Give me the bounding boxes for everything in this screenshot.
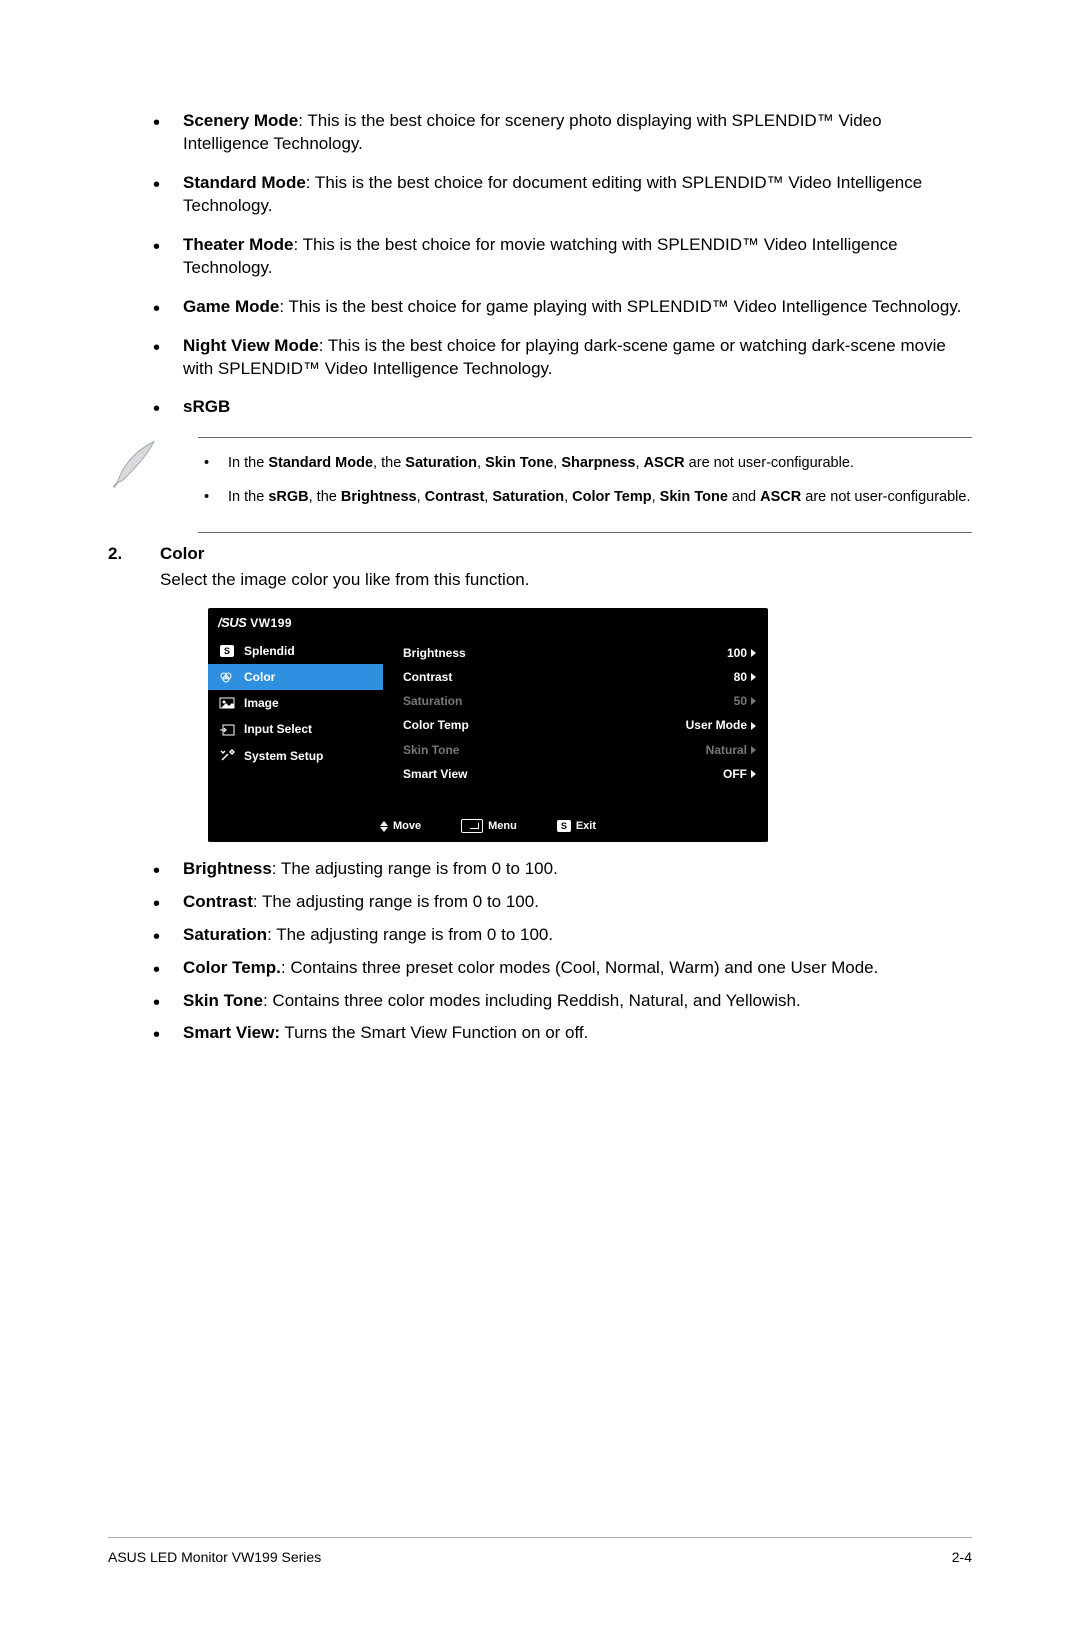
updown-icon — [380, 821, 388, 832]
model-label: VW199 — [250, 616, 292, 630]
osd-header: /SUS VW199 — [208, 608, 768, 638]
list-item: Game Mode: This is the best choice for g… — [143, 296, 972, 319]
input-icon — [218, 723, 236, 737]
arrow-right-icon — [751, 722, 756, 730]
arrow-right-icon — [751, 770, 756, 778]
list-item: Scenery Mode: This is the best choice fo… — [143, 110, 972, 156]
footer-left: ASUS LED Monitor VW199 Series — [108, 1548, 321, 1567]
osd-nav-input[interactable]: Input Select — [208, 716, 383, 742]
note-content: In the Standard Mode, the Saturation, Sk… — [198, 437, 972, 532]
footer-move: Move — [380, 819, 421, 834]
color-icon — [218, 670, 236, 684]
mode-name: Night View Mode — [183, 336, 319, 355]
brand-logo: /SUS — [218, 615, 246, 630]
osd-row-contrast[interactable]: Contrast80 — [397, 665, 762, 689]
list-item: sRGB — [143, 396, 972, 419]
mode-name: Theater Mode — [183, 235, 294, 254]
osd-menu: /SUS VW199 S Splendid Color — [208, 608, 768, 841]
list-item: Brightness: The adjusting range is from … — [143, 858, 972, 881]
section-title: Color — [160, 543, 972, 566]
enter-icon — [461, 819, 483, 833]
osd-row-saturation: Saturation50 — [397, 689, 762, 713]
list-item: Theater Mode: This is the best choice fo… — [143, 234, 972, 280]
page-footer: ASUS LED Monitor VW199 Series 2-4 — [108, 1537, 972, 1567]
footer-exit: SExit — [557, 819, 596, 834]
footer-menu: Menu — [461, 819, 517, 834]
list-item: Saturation: The adjusting range is from … — [143, 924, 972, 947]
list-item: Color Temp.: Contains three preset color… — [143, 957, 972, 980]
content-area: Scenery Mode : This is the best choice fo… — [108, 110, 972, 1045]
osd-nav-image[interactable]: Image — [208, 690, 383, 716]
param-list: Brightness: The adjusting range is from … — [143, 858, 972, 1046]
osd-nav: S Splendid Color Image — [208, 638, 383, 813]
mode-name: Scenery Mode — [183, 111, 298, 130]
list-item: Standard Mode: This is the best choice f… — [143, 172, 972, 218]
footer-right: 2-4 — [952, 1548, 972, 1567]
arrow-right-icon — [751, 673, 756, 681]
section-desc: Select the image color you like from thi… — [160, 569, 972, 592]
osd-row-skintone: Skin ToneNatural — [397, 738, 762, 762]
s-badge-icon: S — [557, 820, 571, 832]
mode-name: Standard Mode — [183, 173, 306, 192]
mode-desc: : This is the best choice for game playi… — [279, 297, 961, 316]
mode-list: Scenery Mode : This is the best choice fo… — [143, 110, 972, 419]
arrow-right-icon — [751, 746, 756, 754]
osd-nav-color[interactable]: Color — [208, 664, 383, 690]
tools-icon — [218, 749, 236, 763]
list-item: Night View Mode: This is the best choice… — [143, 335, 972, 381]
osd-nav-splendid[interactable]: S Splendid — [208, 638, 383, 664]
osd-footer: Move Menu SExit — [208, 813, 768, 842]
list-item: Skin Tone: Contains three color modes in… — [143, 990, 972, 1013]
document-page: Scenery Mode : This is the best choice fo… — [0, 0, 1080, 1627]
osd-settings: Brightness100 Contrast80 Saturation50 Co… — [383, 638, 768, 813]
list-item: Contrast: The adjusting range is from 0 … — [143, 891, 972, 914]
mode-name: Game Mode — [183, 297, 279, 316]
section-number: 2. — [108, 543, 160, 593]
osd-row-colortemp[interactable]: Color TempUser Mode — [397, 713, 762, 737]
note-line: In the Standard Mode, the Saturation, Sk… — [198, 454, 972, 474]
section-color: 2. Color Select the image color you like… — [108, 543, 972, 593]
quill-icon — [108, 437, 163, 492]
arrow-right-icon — [751, 697, 756, 705]
list-item: Smart View: Turns the Smart View Functio… — [143, 1022, 972, 1045]
mode-name: sRGB — [183, 397, 230, 416]
s-badge-icon: S — [218, 644, 236, 658]
osd-row-smartview[interactable]: Smart ViewOFF — [397, 762, 762, 786]
image-icon — [218, 696, 236, 710]
osd-nav-system[interactable]: System Setup — [208, 743, 383, 769]
osd-row-brightness[interactable]: Brightness100 — [397, 641, 762, 665]
note-line: In the sRGB, the Brightness, Contrast, S… — [198, 488, 972, 508]
arrow-right-icon — [751, 649, 756, 657]
note-block: In the Standard Mode, the Saturation, Sk… — [108, 437, 972, 532]
